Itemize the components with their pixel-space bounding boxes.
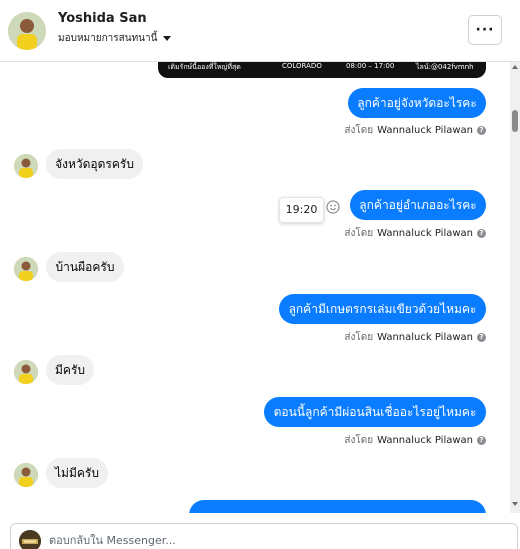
sent-by-label: ส่งโดย Wannaluck Pilawan ? bbox=[344, 226, 486, 241]
thread-scrollbar[interactable] bbox=[510, 62, 520, 513]
conversation-header: Yoshida San มอบหมายการสนทนานี้ ··· bbox=[0, 0, 520, 62]
scroll-up-arrow[interactable] bbox=[512, 65, 518, 69]
message-bubble-outgoing[interactable]: ลูกค้าอยู่อำเภออะไรคะ bbox=[350, 190, 486, 220]
info-icon[interactable]: ? bbox=[477, 436, 486, 445]
contact-avatar-small[interactable] bbox=[14, 360, 38, 384]
sent-by-prefix: ส่งโดย bbox=[344, 228, 374, 239]
message-bubble-outgoing[interactable]: ลูกค้ามีเกษตรกรเล่มเขียวด้วยไหมคะ bbox=[279, 294, 486, 324]
contact-name[interactable]: Yoshida San bbox=[58, 11, 147, 26]
sender-name[interactable]: Wannaluck Pilawan bbox=[377, 228, 473, 239]
page-avatar bbox=[19, 530, 41, 549]
reply-input[interactable] bbox=[49, 534, 489, 547]
banner-hours: 08:00 – 17:00 bbox=[346, 62, 395, 70]
sent-by-prefix: ส่งโดย bbox=[344, 332, 374, 343]
sent-by-label: ส่งโดย Wannaluck Pilawan ? bbox=[344, 330, 486, 345]
scroll-thumb[interactable] bbox=[512, 110, 518, 132]
message-bubble-incoming[interactable]: มีครับ bbox=[46, 355, 94, 385]
sent-by-label: ส่งโดย Wannaluck Pilawan ? bbox=[344, 433, 486, 448]
sent-by-prefix: ส่งโดย bbox=[344, 125, 374, 136]
banner-text: เติมรักษ์นี้อองที่ใหญ่ที่สุด bbox=[168, 63, 241, 71]
sender-name[interactable]: Wannaluck Pilawan bbox=[377, 332, 473, 343]
contact-avatar-small[interactable] bbox=[14, 154, 38, 178]
message-bubble-incoming[interactable]: บ้านผือครับ bbox=[46, 252, 124, 282]
chevron-down-icon bbox=[163, 36, 172, 41]
info-icon[interactable]: ? bbox=[477, 126, 486, 135]
message-thread: เติมรักษ์นี้อองที่ใหญ่ที่สุด COLORADO 08… bbox=[0, 62, 510, 513]
message-bubble-outgoing[interactable]: ตอนนี้ลูกค้ามีผ่อนสินเชื่ออะไรอยู่ไหมคะ bbox=[264, 397, 486, 427]
sender-name[interactable]: Wannaluck Pilawan bbox=[377, 125, 473, 136]
contact-avatar[interactable] bbox=[8, 12, 46, 50]
scroll-down-arrow[interactable] bbox=[512, 502, 518, 506]
shared-image-banner[interactable]: เติมรักษ์นี้อองที่ใหญ่ที่สุด COLORADO 08… bbox=[158, 62, 486, 78]
contact-avatar-small[interactable] bbox=[14, 463, 38, 487]
composer-box[interactable] bbox=[10, 523, 518, 549]
contact-avatar-small[interactable] bbox=[14, 257, 38, 281]
message-bubble-incoming[interactable]: ไม่มีครับ bbox=[46, 458, 108, 488]
sender-name[interactable]: Wannaluck Pilawan bbox=[377, 435, 473, 446]
banner-brand: COLORADO bbox=[282, 62, 322, 70]
message-composer bbox=[0, 513, 520, 549]
timestamp-tooltip: 19:20 bbox=[279, 197, 324, 223]
message-bubble-outgoing-partial[interactable] bbox=[189, 500, 486, 513]
banner-line: ไลน์:@042fvmnh bbox=[416, 63, 474, 71]
sent-by-label: ส่งโดย Wannaluck Pilawan ? bbox=[344, 123, 486, 138]
info-icon[interactable]: ? bbox=[477, 229, 486, 238]
emoji-icon[interactable] bbox=[326, 199, 340, 218]
assign-conversation-dropdown[interactable]: มอบหมายการสนทนานี้ bbox=[58, 31, 172, 46]
message-bubble-outgoing[interactable]: ลูกค้าอยู่จังหวัดอะไรคะ bbox=[348, 88, 486, 118]
assign-label: มอบหมายการสนทนานี้ bbox=[58, 33, 158, 44]
sent-by-prefix: ส่งโดย bbox=[344, 435, 374, 446]
message-bubble-incoming[interactable]: จังหวัดอุดรครับ bbox=[46, 149, 143, 179]
more-options-button[interactable]: ··· bbox=[468, 15, 502, 45]
info-icon[interactable]: ? bbox=[477, 333, 486, 342]
